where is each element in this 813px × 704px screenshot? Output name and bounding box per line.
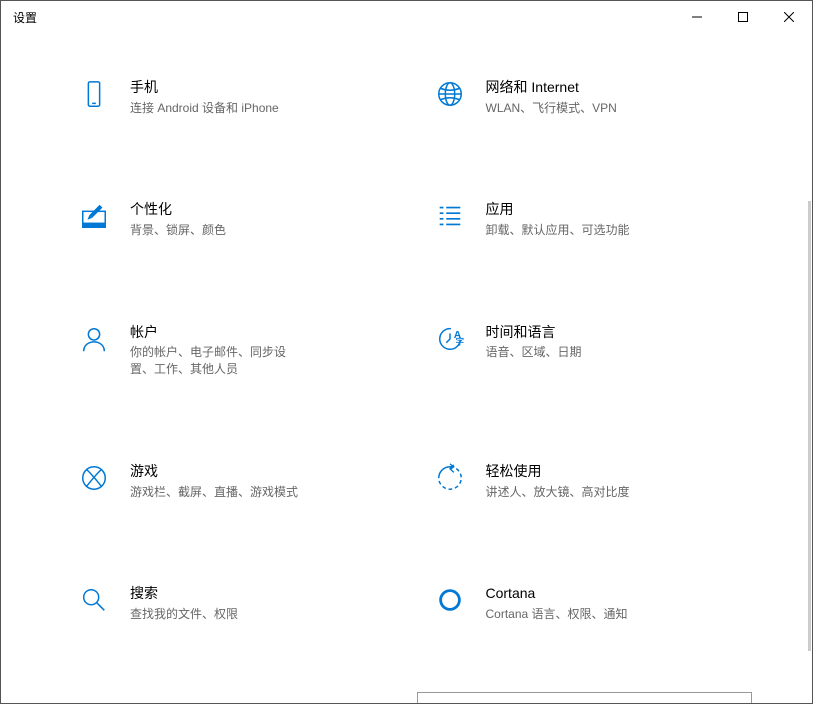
- tile-personalization[interactable]: 个性化 背景、锁屏、颜色: [61, 185, 397, 253]
- tile-title: 手机: [130, 78, 279, 98]
- tile-title: 网络和 Internet: [486, 78, 617, 98]
- tile-apps[interactable]: 应用 卸载、默认应用、可选功能: [417, 185, 753, 253]
- tile-subtitle: 查找我的文件、权限: [130, 606, 238, 623]
- tile-network[interactable]: 网络和 Internet WLAN、飞行模式、VPN: [417, 63, 753, 131]
- settings-content: 手机 连接 Android 设备和 iPhone 网络和 Internet WL…: [1, 33, 812, 703]
- tile-subtitle: 连接 Android 设备和 iPhone: [130, 100, 279, 117]
- tile-title: 应用: [486, 200, 630, 220]
- tile-title: 时间和语言: [486, 323, 582, 343]
- tile-title: 游戏: [130, 462, 298, 482]
- scrollbar[interactable]: [808, 201, 811, 651]
- tile-title: 个性化: [130, 200, 226, 220]
- tile-cortana[interactable]: Cortana Cortana 语言、权限、通知: [417, 569, 753, 637]
- tile-subtitle: WLAN、飞行模式、VPN: [486, 100, 617, 117]
- person-icon: [78, 323, 110, 355]
- minimize-button[interactable]: [674, 1, 720, 33]
- window-controls: [674, 1, 812, 33]
- tile-title: 帐户: [130, 323, 300, 343]
- tile-search[interactable]: 搜索 查找我的文件、权限: [61, 569, 397, 637]
- tile-update-security[interactable]: 更新和安全 Windows 更新、恢复、备份: [417, 692, 753, 703]
- globe-icon: [434, 78, 466, 110]
- tile-subtitle: 游戏栏、截屏、直播、游戏模式: [130, 484, 298, 501]
- cortana-icon: [434, 584, 466, 616]
- search-icon: [78, 584, 110, 616]
- tile-subtitle: 你的帐户、电子邮件、同步设置、工作、其他人员: [130, 344, 300, 378]
- titlebar: 设置: [1, 1, 812, 33]
- tile-title: 轻松使用: [486, 462, 630, 482]
- settings-grid: 手机 连接 Android 设备和 iPhone 网络和 Internet WL…: [61, 63, 752, 703]
- tile-subtitle: 讲述人、放大镜、高对比度: [486, 484, 630, 501]
- tile-title: 搜索: [130, 584, 238, 604]
- tile-ease-of-access[interactable]: 轻松使用 讲述人、放大镜、高对比度: [417, 447, 753, 515]
- close-button[interactable]: [766, 1, 812, 33]
- tile-subtitle: 背景、锁屏、颜色: [130, 222, 226, 239]
- tile-title: Cortana: [486, 584, 628, 604]
- phone-icon: [78, 78, 110, 110]
- paint-icon: [78, 200, 110, 232]
- tile-subtitle: Cortana 语言、权限、通知: [486, 606, 628, 623]
- window-title: 设置: [13, 9, 37, 26]
- tile-phone[interactable]: 手机 连接 Android 设备和 iPhone: [61, 63, 397, 131]
- tile-time-language[interactable]: A 字 时间和语言 语音、区域、日期: [417, 308, 753, 393]
- xbox-icon: [78, 462, 110, 494]
- tile-subtitle: 卸载、默认应用、可选功能: [486, 222, 630, 239]
- apps-icon: [434, 200, 466, 232]
- tile-privacy[interactable]: 隐私 位置、相机、麦克风: [61, 692, 397, 703]
- tile-accounts[interactable]: 帐户 你的帐户、电子邮件、同步设置、工作、其他人员: [61, 308, 397, 393]
- svg-text:字: 字: [455, 336, 464, 346]
- time-language-icon: A 字: [434, 323, 466, 355]
- ease-of-access-icon: [434, 462, 466, 494]
- maximize-button[interactable]: [720, 1, 766, 33]
- tile-gaming[interactable]: 游戏 游戏栏、截屏、直播、游戏模式: [61, 447, 397, 515]
- tile-subtitle: 语音、区域、日期: [486, 344, 582, 361]
